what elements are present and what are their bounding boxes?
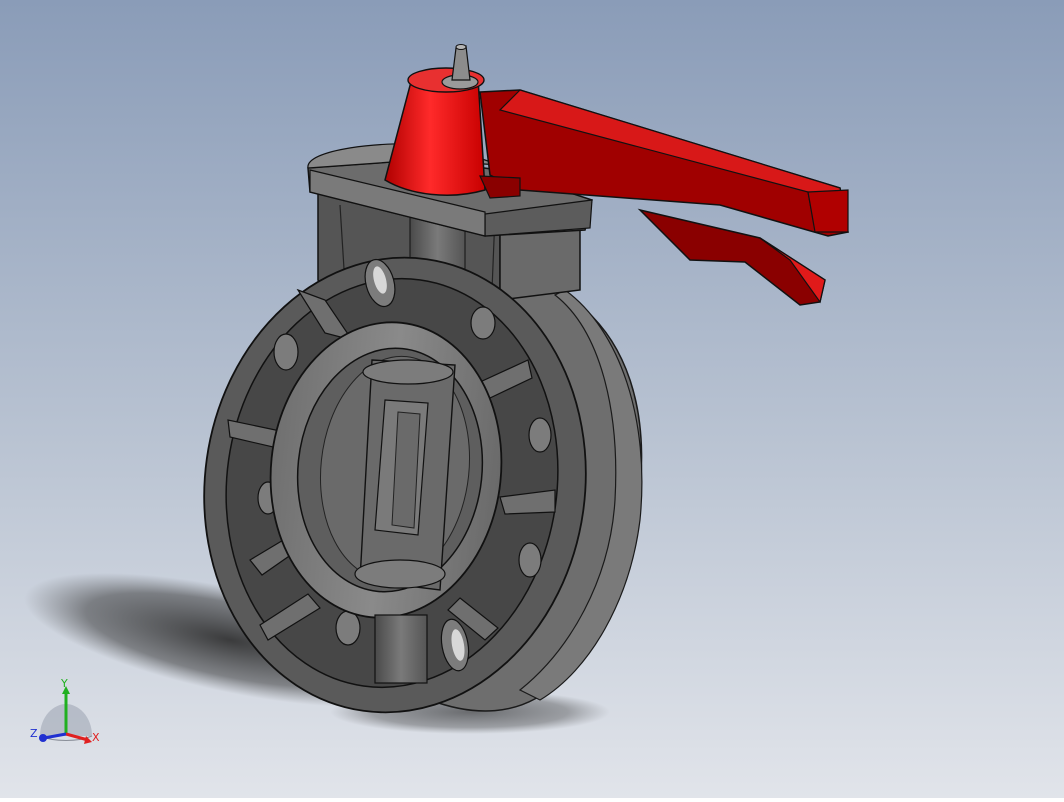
reference-triad: Y X Z: [26, 676, 106, 750]
x-axis-label: X: [92, 731, 100, 744]
model-canvas[interactable]: [0, 0, 1064, 798]
graphics-viewport[interactable]: Y X Z: [0, 0, 1064, 798]
z-axis-label: Z: [30, 727, 38, 740]
y-axis-label: Y: [61, 677, 68, 690]
lower-stem: [374, 614, 428, 684]
